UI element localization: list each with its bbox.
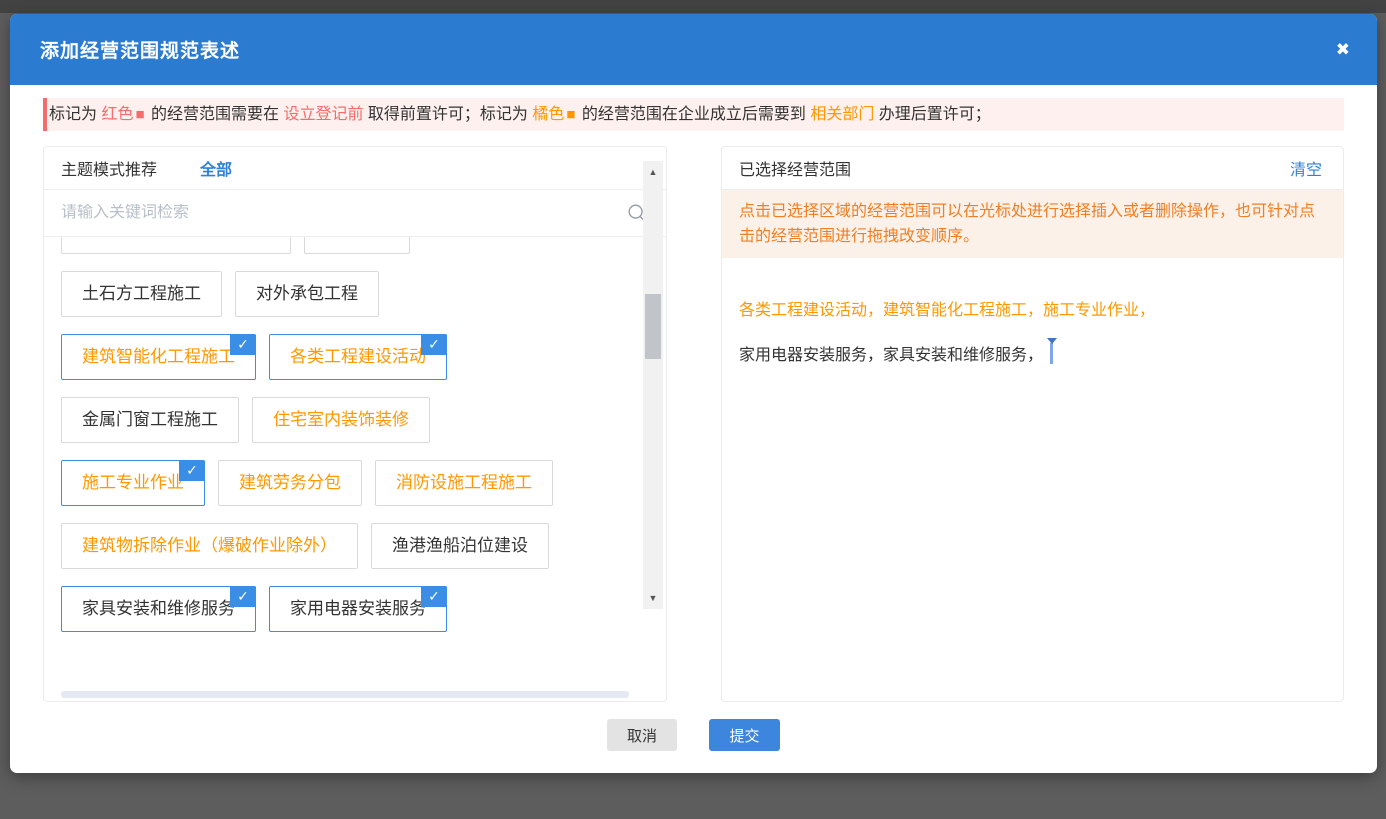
selected-scope-text: 各类工程建设活动，建筑智能化工程施工，施工专业作业， — [739, 302, 1155, 319]
scope-tag-label: 各类工程建设活动 — [290, 347, 426, 366]
legend-text: 标记为 — [49, 106, 101, 123]
selected-panel-hint: 点击已选择区域的经营范围可以在光标处进行选择插入或者删除操作，也可针对点击的经营… — [722, 190, 1343, 258]
check-icon: ✓ — [230, 586, 256, 607]
tag-row: 建筑智能化工程施工✓各类工程建设活动✓ — [61, 334, 621, 380]
legend-text: 的经营范围在企业成立后需要到 — [577, 106, 810, 123]
scope-tag-label: 金属门窗工程施工 — [82, 410, 218, 429]
scope-tag[interactable]: 金属门窗工程施工 — [61, 397, 239, 443]
tag-row: 家具安装和维修服务✓家用电器安装服务✓ — [61, 586, 621, 632]
tag-row: 金属门窗工程施工 住宅室内装饰装修 — [61, 397, 621, 443]
legend-text: 办理后置许可； — [874, 106, 990, 123]
tag-row: 施工专业作业✓ 建筑劳务分包 消防设施工程施工 — [61, 460, 621, 506]
check-icon: ✓ — [421, 586, 447, 607]
tag-grid: 土石方工程施工对外承包工程建筑智能化工程施工✓各类工程建设活动✓金属门窗工程施工… — [61, 237, 621, 632]
scope-tag[interactable]: 建筑智能化工程施工✓ — [61, 334, 256, 380]
page-background-strip — [0, 0, 1386, 13]
search-input[interactable] — [44, 204, 604, 222]
dialog-footer: 取消 提交 — [43, 719, 1344, 751]
scope-tag-partial[interactable] — [304, 237, 410, 254]
scope-tag-label: 施工专业作业 — [82, 473, 184, 492]
legend-text: 取得前置许可；标记为 — [363, 106, 532, 123]
selected-panel-header: 已选择经营范围 清空 — [722, 147, 1343, 190]
scope-tag[interactable]: 消防设施工程施工 — [375, 460, 553, 506]
selected-scope-text-area[interactable]: 各类工程建设活动，建筑智能化工程施工，施工专业作业， 家用电器安装服务，家具安装和… — [722, 300, 1343, 367]
scroll-down-arrow-icon[interactable]: ▼ — [643, 589, 663, 607]
vertical-scrollbar[interactable]: ▲ ▼ — [643, 161, 663, 609]
scope-tag-label: 渔港渔船泊位建设 — [392, 536, 528, 555]
horizontal-scrollbar[interactable] — [61, 691, 629, 698]
tag-scroll-area: 土石方工程施工对外承包工程建筑智能化工程施工✓各类工程建设活动✓金属门窗工程施工… — [44, 237, 666, 701]
selected-scope-line[interactable]: 各类工程建设活动，建筑智能化工程施工，施工专业作业， — [739, 300, 1326, 322]
scope-tag-label: 建筑智能化工程施工 — [82, 347, 235, 366]
scope-tag[interactable]: 土石方工程施工 — [61, 271, 222, 317]
picker-tab-bar: 主题模式推荐 全部 — [44, 147, 666, 190]
check-icon: ✓ — [179, 460, 205, 481]
selected-scope-text: 家用电器安装服务，家具安装和维修服务， — [739, 347, 1043, 364]
dialog-body: 标记为 红色■ 的经营范围需要在 设立登记前 取得前置许可；标记为 橘色■ 的经… — [10, 85, 1377, 751]
tag-row: 建筑物拆除作业（爆破作业除外） 渔港渔船泊位建设 — [61, 523, 621, 569]
scope-tag-label: 建筑劳务分包 — [239, 473, 341, 492]
check-icon: ✓ — [421, 334, 447, 355]
selected-scope-line[interactable]: 家用电器安装服务，家具安装和维修服务， — [739, 343, 1326, 367]
scroll-up-arrow-icon[interactable]: ▲ — [643, 163, 663, 181]
legend-text: 橘色 — [532, 106, 564, 123]
legend-text: 相关部门 — [810, 106, 874, 123]
clear-button[interactable]: 清空 — [1290, 156, 1322, 180]
tag-row: 土石方工程施工 对外承包工程 — [61, 271, 621, 317]
selected-panel-title: 已选择经营范围 — [739, 156, 851, 180]
orange-swatch-icon: ■ — [566, 106, 575, 123]
selected-scope-panel: 已选择经营范围 清空 点击已选择区域的经营范围可以在光标处进行选择插入或者删除操… — [721, 146, 1344, 702]
legend-text: 设立登记前 — [283, 106, 363, 123]
red-swatch-icon: ■ — [135, 106, 144, 123]
scope-tag-label: 消防设施工程施工 — [396, 473, 532, 492]
scope-picker-panel: 主题模式推荐 全部 土石方工程施工对外承包工程建筑智能化工程施工✓各类工程建设活… — [43, 146, 667, 702]
legend-text: 的经营范围需要在 — [147, 106, 284, 123]
panels-row: 主题模式推荐 全部 土石方工程施工对外承包工程建筑智能化工程施工✓各类工程建设活… — [43, 146, 1344, 702]
scope-tag[interactable]: 施工专业作业✓ — [61, 460, 205, 506]
scope-tag[interactable]: 住宅室内装饰装修 — [252, 397, 430, 443]
cancel-button[interactable]: 取消 — [607, 719, 677, 751]
text-caret-icon — [1050, 343, 1053, 364]
scope-tag[interactable]: 家具安装和维修服务✓ — [61, 586, 256, 632]
scope-tag[interactable]: 渔港渔船泊位建设 — [371, 523, 549, 569]
submit-button[interactable]: 提交 — [709, 719, 780, 751]
scope-tag-label: 家具安装和维修服务 — [82, 599, 235, 618]
scope-tag[interactable]: 对外承包工程 — [235, 271, 379, 317]
legend-bar: 标记为 红色■ 的经营范围需要在 设立登记前 取得前置许可；标记为 橘色■ 的经… — [43, 98, 1344, 131]
add-business-scope-dialog: 添加经营范围规范表述 ✖ 标记为 红色■ 的经营范围需要在 设立登记前 取得前置… — [10, 14, 1377, 773]
scope-tag[interactable]: 家用电器安装服务✓ — [269, 586, 447, 632]
scope-tag-label: 住宅室内装饰装修 — [273, 410, 409, 429]
scope-tag[interactable]: 建筑物拆除作业（爆破作业除外） — [61, 523, 358, 569]
scrollbar-thumb[interactable] — [645, 294, 661, 359]
close-icon[interactable]: ✖ — [1336, 41, 1350, 58]
scope-tag-label: 土石方工程施工 — [82, 284, 201, 303]
dialog-title: 添加经营范围规范表述 — [40, 36, 240, 63]
dialog-header: 添加经营范围规范表述 ✖ — [10, 14, 1377, 85]
tag-row — [61, 237, 621, 254]
scope-tag-label: 建筑物拆除作业（爆破作业除外） — [82, 536, 337, 555]
tab-all[interactable]: 全部 — [200, 156, 232, 180]
scope-tag-label: 对外承包工程 — [256, 284, 358, 303]
scope-tag[interactable]: 各类工程建设活动✓ — [269, 334, 447, 380]
tab-theme-recommend[interactable]: 主题模式推荐 — [61, 156, 157, 180]
search-row — [44, 190, 666, 237]
legend-text: 红色 — [101, 106, 133, 123]
scope-tag-label: 家用电器安装服务 — [290, 599, 426, 618]
scope-tag[interactable]: 建筑劳务分包 — [218, 460, 362, 506]
scope-tag-partial[interactable] — [61, 237, 291, 254]
check-icon: ✓ — [230, 334, 256, 355]
